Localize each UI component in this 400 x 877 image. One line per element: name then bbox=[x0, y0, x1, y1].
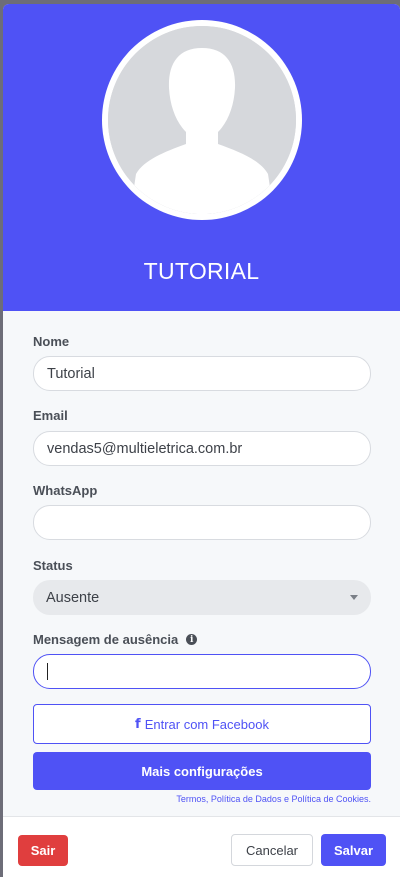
email-label: Email bbox=[33, 408, 68, 423]
away-message-label: Mensagem de ausência bbox=[33, 632, 179, 647]
profile-form: Nome Tutorial Email vendas5@multieletric… bbox=[3, 334, 400, 804]
caret-down-icon bbox=[350, 595, 358, 600]
user-placeholder-icon bbox=[108, 26, 296, 214]
logout-button[interactable]: Sair bbox=[18, 835, 68, 866]
status-selected-value: Ausente bbox=[46, 589, 100, 606]
modal-footer: Sair Cancelar Salvar bbox=[3, 816, 400, 877]
email-input[interactable]: vendas5@multieletrica.com.br bbox=[33, 431, 371, 466]
facebook-login-label: Entrar com Facebook bbox=[144, 716, 269, 732]
facebook-login-button[interactable]: f Entrar com Facebook bbox=[33, 704, 371, 744]
away-message-input[interactable] bbox=[33, 654, 371, 689]
terms-link[interactable]: Termos, Política de Dados e Política de … bbox=[33, 794, 371, 804]
nome-input[interactable]: Tutorial bbox=[33, 356, 371, 391]
status-select[interactable]: Ausente bbox=[33, 580, 371, 615]
profile-header: TUTORIAL bbox=[3, 4, 400, 311]
away-message-label-row: Mensagem de ausência i bbox=[33, 632, 371, 647]
whatsapp-input[interactable] bbox=[33, 505, 371, 540]
nome-label: Nome bbox=[33, 334, 70, 349]
text-cursor bbox=[47, 663, 48, 680]
facebook-icon: f bbox=[135, 716, 141, 732]
status-label: Status bbox=[33, 558, 73, 573]
info-circle-icon[interactable]: i bbox=[186, 634, 198, 645]
save-button[interactable]: Salvar bbox=[321, 834, 386, 866]
cancel-button[interactable]: Cancelar bbox=[231, 834, 313, 866]
whatsapp-label: WhatsApp bbox=[33, 483, 98, 498]
more-settings-button[interactable]: Mais configurações bbox=[33, 752, 371, 790]
avatar[interactable] bbox=[102, 20, 302, 220]
profile-name: TUTORIAL bbox=[143, 258, 260, 284]
profile-modal: TUTORIAL Nome Tutorial Email vendas5@mul… bbox=[3, 4, 400, 877]
